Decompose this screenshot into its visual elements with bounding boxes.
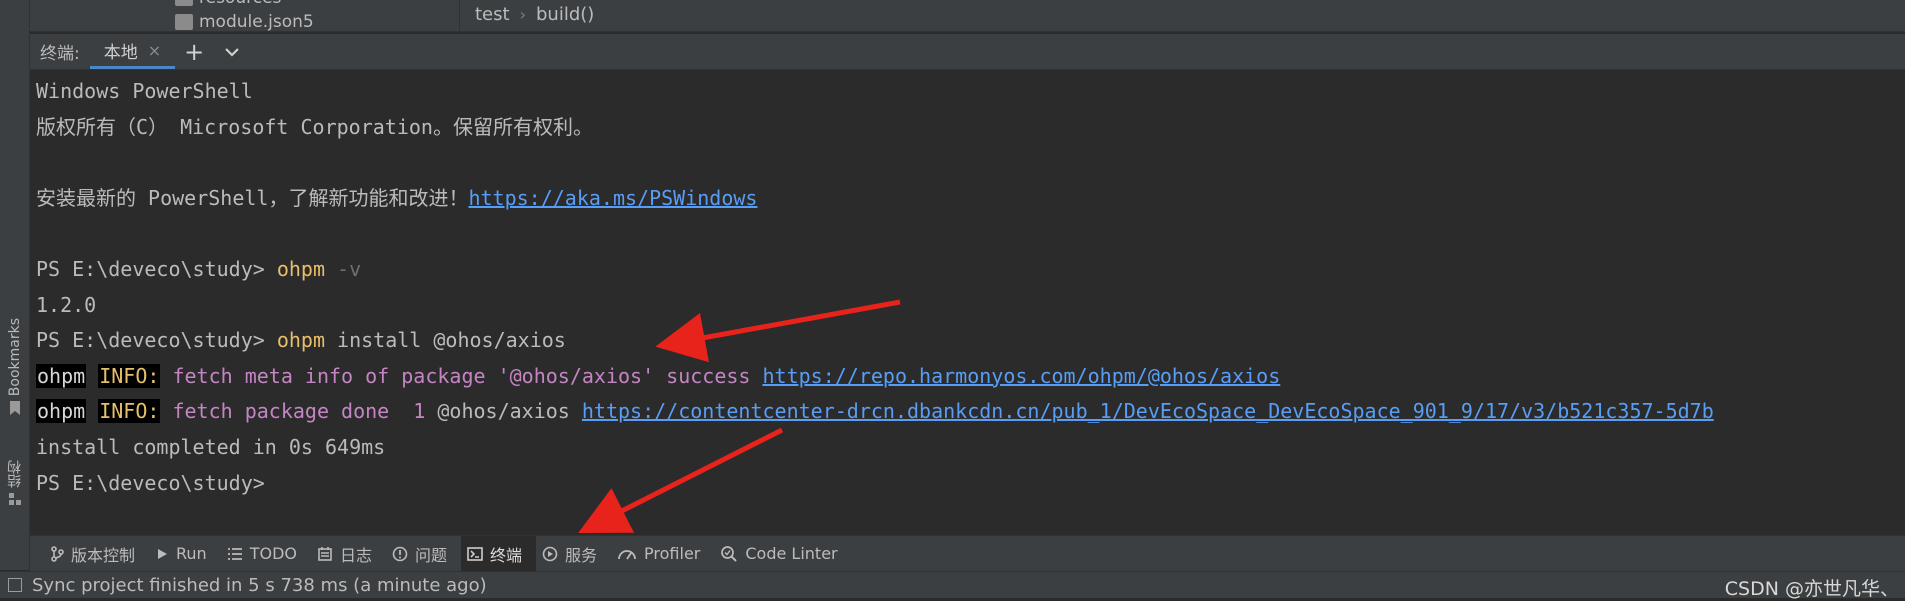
tab-local[interactable]: 本地 × (89, 34, 176, 69)
command-flag: -v (325, 256, 362, 281)
info-tag: INFO: (98, 363, 161, 388)
terminal-line: install completed in 0s 649ms (36, 434, 386, 459)
todo-icon (227, 547, 242, 560)
tool-window-bar: 版本控制 Run TODO 日志 问题 终端 服务 Profiler Code … (30, 535, 1905, 571)
problems-icon (392, 546, 408, 561)
terminal-line: PS E:\deveco\study> (36, 466, 1905, 502)
close-icon[interactable]: × (148, 41, 161, 60)
terminal-line: 1.2.0 (36, 292, 97, 317)
ohpm-tag: ohpm (36, 363, 87, 388)
tree-item-label: resources (199, 0, 281, 8)
ohpm-tag: ohpm (36, 399, 87, 424)
profiler-icon (618, 549, 636, 559)
breadcrumb-item-test[interactable]: test (475, 4, 510, 25)
command-args: install @ohos/axios (325, 328, 566, 353)
breadcrumb-separator-icon: › (519, 4, 526, 24)
terminal-line: 安装最新的 PowerShell，了解新功能和改进！https://aka.ms… (36, 185, 758, 210)
pswindows-link[interactable]: https://aka.ms/PSWindows (468, 186, 757, 210)
terminal-title: 终端: (40, 44, 80, 64)
terminal-line: ohpm INFO: fetch package done 1 @ohos/ax… (36, 399, 1714, 424)
tool-todo[interactable]: TODO (221, 536, 311, 571)
tool-problems[interactable]: 问题 (386, 536, 461, 571)
terminal-line: 版权所有（C） Microsoft Corporation。保留所有权利。 (36, 114, 593, 139)
json-file-icon (175, 14, 193, 30)
bookmarks-tab[interactable]: Bookmarks (2, 318, 28, 416)
status-message: Sync project finished in 5 s 738 ms (a m… (32, 574, 487, 596)
command: ohpm (276, 328, 325, 353)
left-tool-strip: Bookmarks 结构 (0, 0, 30, 570)
tool-version-control[interactable]: 版本控制 (44, 536, 149, 571)
code-linter-icon (721, 545, 738, 562)
prompt: PS E:\deveco\study> (36, 470, 265, 495)
chevron-down-icon (225, 47, 239, 57)
tab-local-label: 本地 (103, 42, 138, 63)
bookmark-icon (10, 401, 20, 416)
breadcrumb-item-build[interactable]: build() (536, 4, 594, 25)
structure-tab[interactable]: 结构 (2, 460, 28, 506)
terminal-line: Windows PowerShell (36, 79, 253, 103)
plus-icon: + (184, 37, 205, 66)
log-icon (318, 546, 332, 561)
terminal-line: ohpm INFO: fetch meta info of package '@… (36, 363, 1281, 388)
services-icon (542, 546, 558, 561)
terminal-line: PS E:\deveco\study> ohpm -v (36, 252, 1905, 288)
tool-terminal[interactable]: 终端 (461, 536, 537, 571)
tool-code-linter[interactable]: Code Linter (714, 536, 851, 571)
folder-icon (175, 0, 193, 6)
tool-run[interactable]: Run (149, 536, 221, 571)
prompt: PS E:\deveco\study> (36, 328, 277, 353)
terminal-scrollbar[interactable] (1891, 70, 1905, 534)
breadcrumb: test › build() (475, 2, 594, 26)
prompt: PS E:\deveco\study> (36, 256, 277, 281)
terminal-output[interactable]: Windows PowerShell 版权所有（C） Microsoft Cor… (30, 70, 1905, 534)
repo-link[interactable]: https://repo.harmonyos.com/ohpm/@ohos/ax… (763, 364, 1281, 388)
tree-item-resources[interactable]: resources (175, 0, 281, 8)
tab-dropdown-button[interactable] (213, 34, 251, 69)
tool-services[interactable]: 服务 (536, 536, 611, 571)
structure-icon (9, 493, 21, 505)
tree-item-label: module.json5 (199, 12, 314, 32)
tool-log[interactable]: 日志 (311, 536, 386, 571)
structure-label: 结构 (7, 460, 23, 488)
bookmarks-label: Bookmarks (7, 318, 23, 397)
run-icon (158, 548, 168, 559)
tool-profiler[interactable]: Profiler (611, 536, 714, 571)
terminal-line: PS E:\deveco\study> ohpm install @ohos/a… (36, 323, 1905, 359)
info-tag: INFO: (98, 399, 161, 424)
status-bar: Sync project finished in 5 s 738 ms (a m… (0, 571, 1905, 600)
terminal-header: 终端: 本地 × + (30, 34, 1905, 70)
tree-item-module-json5[interactable]: module.json5 (175, 12, 314, 32)
new-tab-button[interactable]: + (175, 34, 213, 69)
package-link[interactable]: https://contentcenter-drcn.dbankcdn.cn/p… (582, 399, 1714, 423)
vcs-icon (51, 545, 64, 562)
layout-toggle-icon[interactable] (8, 578, 22, 592)
watermark: CSDN @亦世凡华、 (1724, 578, 1899, 600)
terminal-icon (467, 546, 483, 561)
command: ohpm (276, 256, 325, 281)
top-strip: resources module.json5 test › build() (30, 0, 1905, 32)
project-tree: resources module.json5 (30, 0, 460, 32)
